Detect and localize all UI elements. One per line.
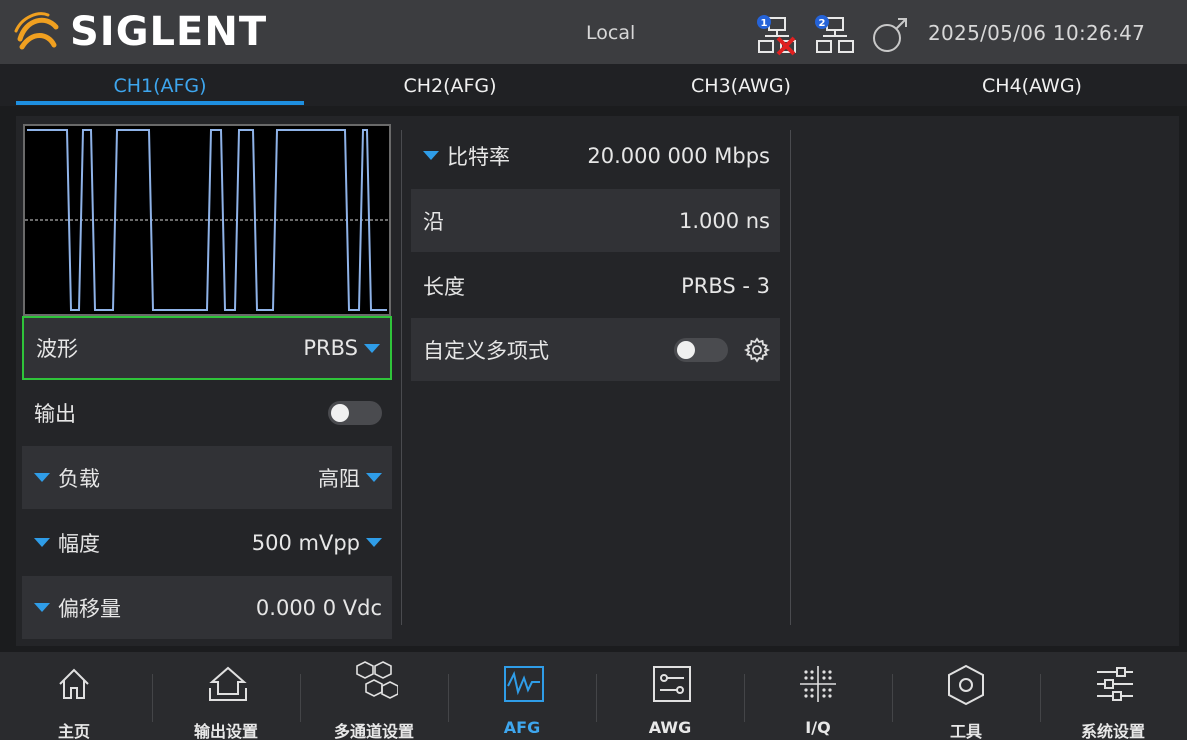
bitrate-label: 比特率 (447, 144, 510, 169)
lan2-network-icon[interactable]: 2 (814, 14, 856, 56)
offset-row[interactable]: 偏移量 0.000 0 Vdc (22, 576, 392, 639)
amplitude-value: 500 mVpp (251, 530, 360, 555)
nav-awg-label: AWG (648, 718, 692, 737)
output-row: 输出 (22, 381, 392, 444)
bitrate-row[interactable]: 比特率 20.000 000 Mbps (411, 124, 780, 187)
dropdown-caret-icon (364, 343, 380, 353)
nav-afg[interactable]: AFG (448, 652, 596, 740)
custom-polynomial-toggle[interactable] (674, 337, 728, 362)
nav-iq[interactable]: I/Q (744, 652, 892, 740)
offset-label: 偏移量 (58, 596, 121, 621)
edge-label: 沿 (423, 209, 444, 234)
lan2-badge: 2 (819, 18, 826, 29)
afg-wave-icon (504, 666, 544, 702)
waveform-value: PRBS (303, 336, 358, 360)
siglent-swirl-icon (14, 12, 59, 50)
nav-home[interactable]: 主页 (0, 652, 148, 740)
brand-name: SIGLENT (70, 9, 268, 55)
tab-ch1[interactable]: CH1(AFG) (16, 64, 304, 106)
tab-ch3[interactable]: CH3(AWG) (597, 64, 885, 106)
nav-multichannel[interactable]: 多通道设置 (300, 652, 448, 740)
prbs-waveform-plot (25, 129, 389, 311)
output-toggle[interactable] (328, 400, 382, 425)
load-row[interactable]: 负载 高阻 (22, 446, 392, 509)
amplitude-label: 幅度 (58, 531, 100, 556)
expand-caret-icon (34, 603, 50, 612)
waveform-selector[interactable]: 波形 PRBS (22, 316, 392, 380)
dropdown-caret-icon (366, 473, 382, 482)
output-label: 输出 (34, 401, 76, 426)
tools-icon (948, 664, 984, 706)
tab-ch4[interactable]: CH4(AWG) (888, 64, 1176, 106)
waveform-label: 波形 (36, 337, 78, 361)
nav-output-settings[interactable]: 输出设置 (152, 652, 300, 740)
channel-tabs: CH1(AFG) CH2(AFG) CH3(AWG) CH4(AWG) (0, 64, 1187, 106)
gear-icon[interactable] (744, 336, 770, 363)
load-label: 负载 (58, 466, 100, 491)
nav-iq-label: I/Q (805, 718, 831, 737)
system-settings-icon (1097, 667, 1133, 701)
edge-value: 1.000 ns (678, 208, 770, 233)
lan1-disconnected-icon[interactable]: 1 (756, 14, 798, 56)
edge-row[interactable]: 沿 1.000 ns (411, 189, 780, 252)
expand-caret-icon (423, 151, 439, 160)
custom-polynomial-label: 自定义多项式 (423, 338, 549, 363)
active-tab-indicator (16, 101, 304, 105)
waveform-preview (23, 124, 391, 316)
length-row[interactable]: 长度 PRBS - 3 (411, 254, 780, 317)
trigger-status-icon[interactable] (868, 14, 910, 56)
iq-constellation-icon (800, 666, 836, 702)
length-label: 长度 (423, 274, 465, 299)
awg-icon (653, 666, 691, 702)
tab-ch2[interactable]: CH2(AFG) (306, 64, 594, 106)
nav-tools[interactable]: 工具 (892, 652, 1040, 740)
nav-output-settings-label: 输出设置 (193, 722, 258, 740)
nav-tools-label: 工具 (949, 722, 982, 740)
lan1-badge: 1 (761, 18, 768, 29)
home-icon (59, 668, 89, 699)
nav-home-label: 主页 (57, 722, 90, 740)
load-value: 高阻 (318, 466, 360, 491)
column-divider (790, 130, 791, 625)
bitrate-value: 20.000 000 Mbps (587, 143, 770, 168)
dropdown-caret-icon (366, 538, 382, 547)
expand-caret-icon (34, 538, 50, 547)
nav-afg-label: AFG (503, 718, 541, 737)
nav-system-settings[interactable]: 系统设置 (1039, 652, 1187, 740)
multichannel-icon (356, 661, 398, 699)
status-bar: SIGLENT Local 1 2 2025/05/06 10:26:47 (0, 0, 1187, 64)
amplitude-row[interactable]: 幅度 500 mVpp (22, 511, 392, 574)
output-settings-icon (209, 666, 247, 701)
expand-caret-icon (34, 473, 50, 482)
nav-system-settings-label: 系统设置 (1080, 722, 1145, 740)
bottom-nav: 主页 输出设置 多通道设置 AFG AWG I/Q 工具 系统设置 (0, 652, 1187, 740)
nav-multichannel-label: 多通道设置 (333, 722, 414, 740)
column-divider (401, 130, 402, 625)
siglent-logo: SIGLENT (12, 6, 267, 58)
length-value: PRBS - 3 (681, 273, 770, 298)
remote-mode-label: Local (586, 22, 636, 44)
nav-awg[interactable]: AWG (596, 652, 744, 740)
custom-polynomial-row: 自定义多项式 (411, 318, 780, 381)
offset-value: 0.000 0 Vdc (255, 595, 382, 620)
datetime-display: 2025/05/06 10:26:47 (928, 21, 1146, 45)
